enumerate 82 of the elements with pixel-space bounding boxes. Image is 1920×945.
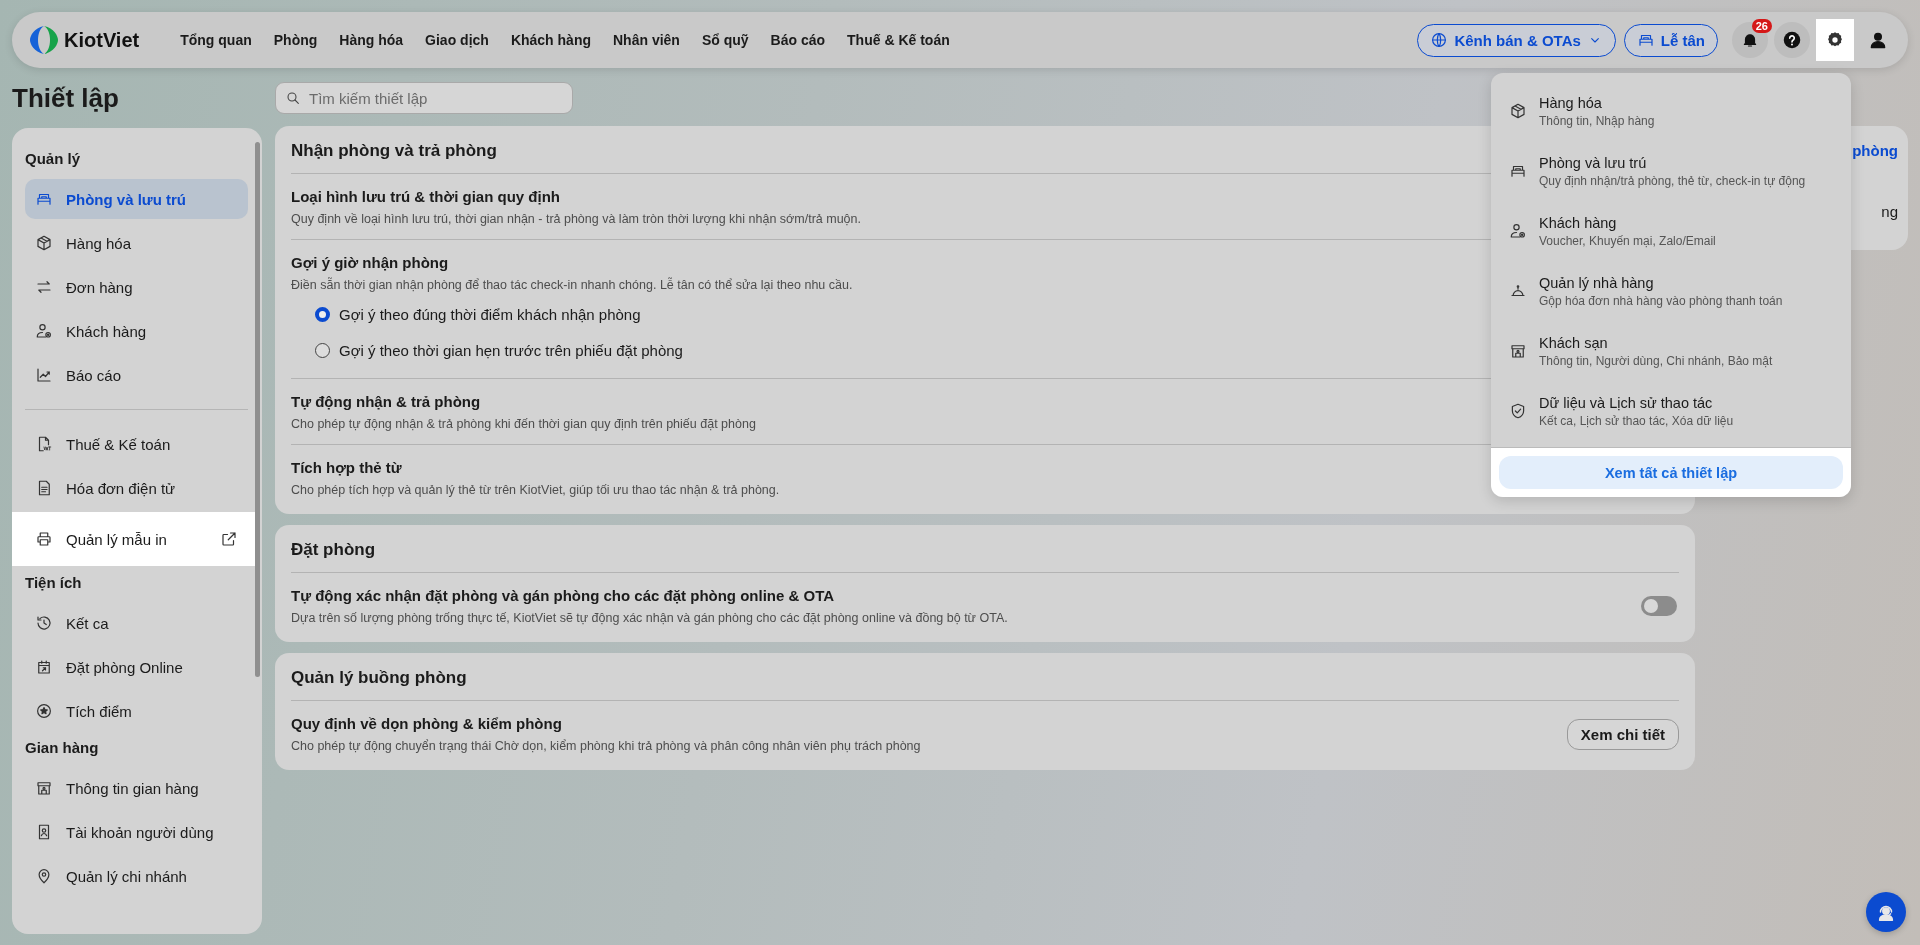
menu-item[interactable]: Khách sạn Thông tin, Người dùng, Chi nhánh, Bảo mật [1491,321,1851,381]
sidebar-item[interactable]: Thuế & Kế toán [25,424,248,464]
setting-title[interactable]: Quy định về dọn phòng & kiểm phòng [291,715,562,732]
card-title: Quản lý buồng phòng [291,653,1679,701]
nav-item[interactable]: Giao dịch [414,26,500,54]
user-gear-icon [35,322,53,340]
nav-item[interactable]: Thuế & Kế toán [836,26,961,54]
sidebar-item[interactable]: Hàng hóa [25,223,248,263]
sidebar-item[interactable]: Kết ca [25,603,248,643]
sidebar-item[interactable]: Hóa đơn điện tử [25,468,248,508]
scrollbar-thumb[interactable] [255,142,260,677]
printer-icon [35,530,53,548]
sidebar-item[interactable]: Đơn hàng [25,267,248,307]
sidebar-item[interactable]: Báo cáo [25,355,248,395]
user-gear-icon [1509,222,1527,240]
nav-item[interactable]: Báo cáo [759,26,837,54]
nav-item[interactable]: Hàng hóa [328,26,415,54]
sidebar-item[interactable]: Thông tin gian hàng [25,768,248,808]
help-button[interactable] [1774,22,1810,58]
sidebar-item[interactable]: Khách hàng [25,311,248,351]
store-icon [35,779,53,797]
section-title: Quản lý [25,149,81,167]
nav-item[interactable]: Tổng quan [169,26,263,54]
sidebar-item[interactable]: Quản lý chi nhánh [25,856,248,896]
shield-check-icon [1509,402,1527,420]
search-icon [285,90,301,106]
radio-button[interactable] [315,307,330,322]
search-field[interactable]: Tìm kiếm thiết lập [275,82,573,114]
setting-title[interactable]: Loại hình lưu trú & thời gian quy định [291,188,560,205]
sidebar-item[interactable]: Tài khoản người dùng [25,812,248,852]
section-title: Tiện ích [25,573,83,591]
sidebar-item[interactable]: Tích điểm [25,691,248,731]
location-pin-icon [35,867,53,885]
card-title: Đặt phòng [291,525,1679,573]
radio-label[interactable]: Gợi ý theo đúng thời điểm khách nhận phòng [339,306,641,323]
view-all-settings-button[interactable]: Xem tất cả thiết lập [1499,456,1843,489]
setting-title[interactable]: Gợi ý giờ nhận phòng [291,254,449,271]
user-icon [1868,30,1888,50]
bell-icon [1741,31,1759,49]
reception-button[interactable]: Lễ tân [1623,23,1718,57]
setting-title[interactable]: Tự động xác nhận đặt phòng và gán phòng cho các đặt phòng online & OTA [291,587,835,604]
nav-item[interactable]: Phòng [262,26,329,54]
help-icon [1783,31,1801,49]
sidebar-item[interactable]: Phòng và lưu trú [25,179,248,219]
box-icon [1509,102,1527,120]
setting-description: Điền sẵn thời gian nhận phòng để thao tác check-in nhanh chóng. Lễ tân có thể sửa lại theo nhu cầu. [291,278,853,292]
page-title: Thiết lập [12,82,120,114]
menu-item[interactable]: Khách hàng Voucher, Khuyến mại, Zalo/Email [1491,201,1851,261]
nav-item[interactable]: Khách hàng [499,26,602,54]
section-title: Gian hàng [25,738,100,756]
swap-arrows-icon [35,278,53,296]
setting-title[interactable]: Tích hợp thẻ từ [291,459,402,476]
settings-button[interactable] [1816,19,1854,61]
support-button[interactable] [1866,892,1906,932]
menu-item[interactable]: Dữ liệu và Lịch sử thao tác Kết ca, Lịch sử thao tác, Xóa dữ liệu [1491,381,1851,441]
nav-item[interactable]: Sổ quỹ [690,26,760,54]
panel-text: ng [1881,203,1898,220]
sidebar-item[interactable]: Quản lý mẫu in [12,512,256,566]
setting-description: Cho phép tích hợp và quản lý thẻ từ trên KiotViet, giúp tối ưu thao tác nhận & trả phòng. [291,483,780,497]
toggle-switch[interactable] [1641,596,1677,616]
chart-icon [35,366,53,384]
channel-button[interactable]: Kênh bán & OTAs [1417,23,1616,57]
menu-item[interactable]: Quản lý nhà hàng Gộp hóa đơn nhà hàng vào phòng thanh toán [1491,261,1851,321]
sidebar-item[interactable]: Đặt phòng Online [25,647,248,687]
setting-description: Quy định về loại hình lưu trú, thời gian nhận - trả phòng và làm tròn thời lượng khi nhận sớm/trả muộn. [291,212,861,226]
history-icon [35,614,53,632]
notification-badge: 26 [1751,19,1772,33]
store-icon [1509,342,1527,360]
radio-label[interactable]: Gợi ý theo thời gian hẹn trước trên phiếu đặt phòng [339,342,683,359]
panel-link[interactable]: phòng [1852,142,1898,159]
nav-item[interactable]: Nhân viên [602,26,691,54]
setting-title[interactable]: Tự động nhận & trả phòng [291,393,481,410]
logo-text[interactable]: KiotViet [64,28,140,52]
setting-description: Cho phép tự động chuyển trạng thái Chờ dọn, kiểm phòng khi trả phòng và phân công nhân viên phụ trách phòng [291,739,921,753]
calendar-icon [35,658,53,676]
details-button[interactable]: Xem chi tiết [1566,718,1679,750]
box-icon [35,234,53,252]
globe-icon [1430,31,1449,49]
radio-button[interactable] [315,343,330,358]
setting-description: Cho phép tự động nhận & trả phòng khi đến thời gian quy định trên phiếu đặt phòng [291,417,756,431]
setting-description: Dựa trên số lượng phòng trống thực tế, KiotViet sẽ tự động xác nhận và gán phòng cho các đặt phòng online và đồng bộ từ OTA. [291,611,1008,625]
logo-icon [30,24,58,56]
